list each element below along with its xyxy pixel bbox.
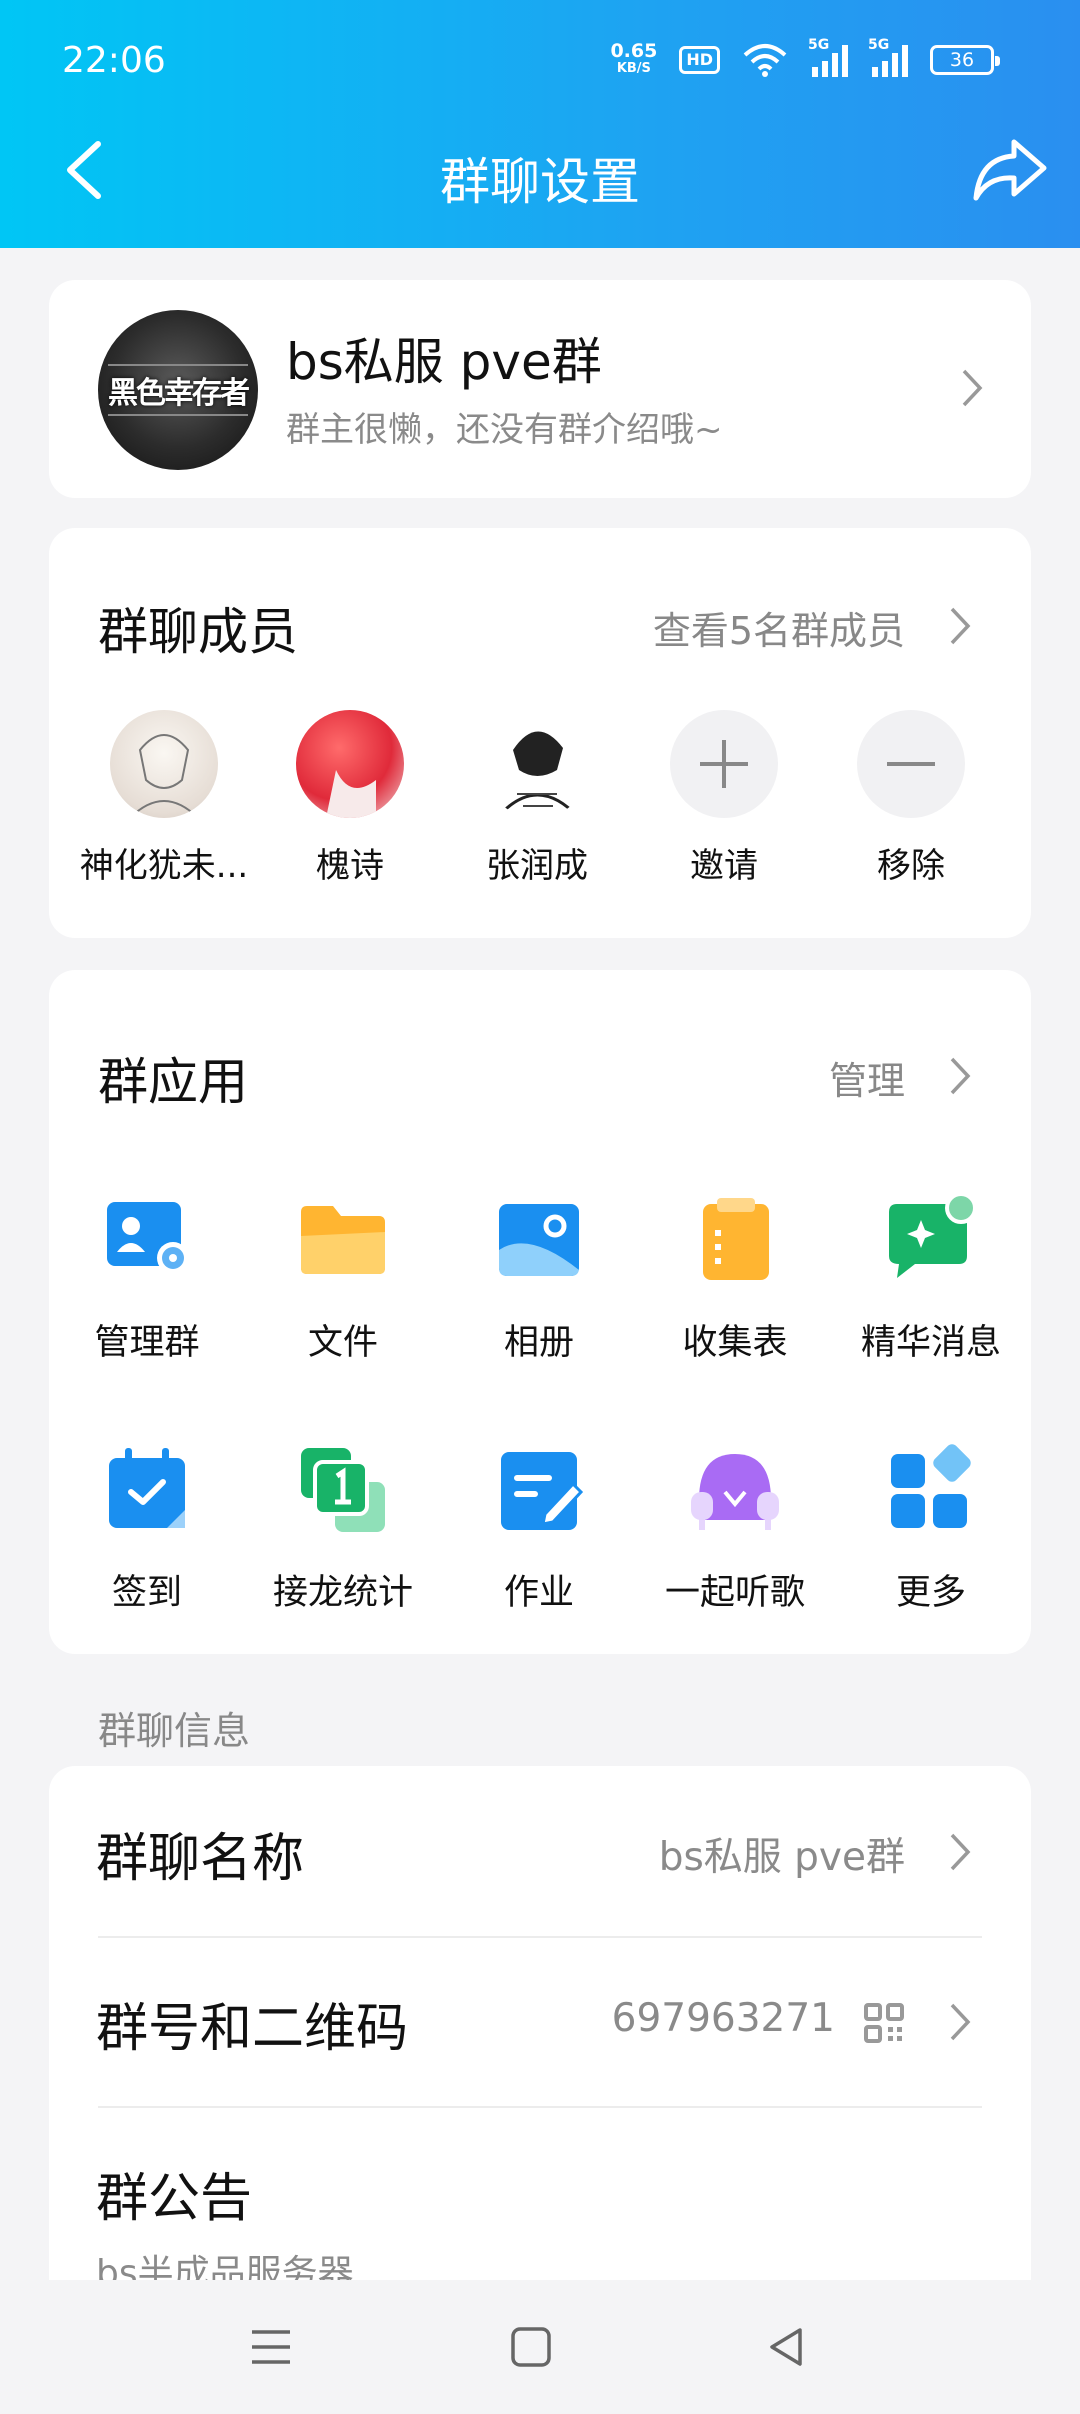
app-relay-stats[interactable]: 接龙统计 xyxy=(245,1440,441,1615)
header-bar: 22:06 0.65 KB/S HD 5G 5G 36 群聊设置 xyxy=(0,0,1080,248)
manage-group-icon xyxy=(107,1202,189,1274)
member-name: 神化犹未... xyxy=(79,846,249,886)
album-icon xyxy=(499,1204,579,1276)
group-apps-card: 群应用 管理 管理群 文件 相册 收集表 精华消息 签到 接龙统计 作业 一起听… xyxy=(49,970,1031,1654)
qr-code-icon xyxy=(864,2003,904,2043)
view-all-members-link[interactable]: 查看5名群成员 xyxy=(653,600,905,655)
relay-icon xyxy=(301,1448,385,1532)
app-more[interactable]: 更多 xyxy=(833,1440,1029,1615)
essence-message-icon xyxy=(889,1192,977,1278)
hd-icon: HD xyxy=(679,46,720,74)
status-time: 22:06 xyxy=(62,40,166,81)
menu-nav-button[interactable] xyxy=(246,2322,296,2372)
group-name-row[interactable]: 群聊名称 bs私服 pve群 xyxy=(49,1766,1031,1936)
wifi-icon xyxy=(743,44,787,77)
music-together-icon xyxy=(691,1454,779,1530)
chevron-right-icon xyxy=(950,1833,971,1871)
app-label: 签到 xyxy=(111,1573,182,1613)
app-label: 精华消息 xyxy=(860,1323,1001,1363)
apps-title: 群应用 xyxy=(98,1053,248,1111)
app-label: 管理群 xyxy=(94,1323,200,1363)
signal-sim1-icon: 5G xyxy=(808,37,848,77)
member-name: 槐诗 xyxy=(316,846,384,886)
clipboard-icon xyxy=(703,1198,769,1280)
app-label: 文件 xyxy=(307,1323,378,1363)
group-number-row[interactable]: 群号和二维码 697963271 xyxy=(49,1936,1031,2106)
group-notice-row[interactable]: 群公告 bs半成品服务器 xyxy=(49,2106,1031,2286)
member-avatar xyxy=(483,710,591,818)
invite-label: 邀请 xyxy=(690,846,758,886)
app-album[interactable]: 相册 xyxy=(441,1190,637,1365)
homework-icon xyxy=(501,1452,584,1530)
back-nav-button[interactable] xyxy=(762,2322,812,2372)
home-nav-button[interactable] xyxy=(506,2322,556,2372)
battery-icon: 36 xyxy=(930,45,1000,75)
app-files[interactable]: 文件 xyxy=(245,1190,441,1365)
remove-label: 移除 xyxy=(877,846,945,886)
folder-icon xyxy=(301,1206,385,1274)
group-name: bs私服 pve群 xyxy=(286,333,602,391)
group-number-value: 697963271 xyxy=(611,1996,835,2041)
group-avatar: 黑色幸存者 xyxy=(98,310,258,470)
app-checkin[interactable]: 签到 xyxy=(49,1440,245,1615)
app-label: 一起听歌 xyxy=(664,1573,805,1613)
app-essence-message[interactable]: 精华消息 xyxy=(833,1190,1029,1365)
members-title: 群聊成员 xyxy=(98,603,298,661)
manage-apps-link[interactable]: 管理 xyxy=(829,1050,905,1105)
chevron-right-icon xyxy=(950,2003,971,2041)
plus-icon xyxy=(670,710,778,818)
row-title: 群聊名称 xyxy=(96,1829,305,1889)
page-title: 群聊设置 xyxy=(440,153,640,211)
member-item[interactable]: 张润成 xyxy=(442,710,632,887)
row-value: bs私服 pve群 xyxy=(658,1835,905,1880)
info-section-label: 群聊信息 xyxy=(98,1709,251,1753)
invite-member-button[interactable]: 邀请 xyxy=(629,710,819,887)
network-speed: 0.65 KB/S xyxy=(610,40,658,77)
app-label: 接龙统计 xyxy=(272,1573,413,1613)
calendar-checkin-icon xyxy=(109,1448,185,1528)
app-label: 收集表 xyxy=(682,1323,788,1363)
signal-sim2-icon: 5G xyxy=(868,37,908,77)
member-item[interactable]: 槐诗 xyxy=(255,710,445,887)
app-collection-form[interactable]: 收集表 xyxy=(637,1190,833,1365)
minus-icon xyxy=(857,710,965,818)
app-label: 相册 xyxy=(503,1323,574,1363)
app-listen-together[interactable]: 一起听歌 xyxy=(637,1440,833,1615)
chevron-right-icon[interactable] xyxy=(949,1056,971,1096)
group-description: 群主很懒，还没有群介绍哦~ xyxy=(286,410,723,450)
more-apps-icon xyxy=(891,1444,971,1528)
row-title: 群号和二维码 xyxy=(96,1999,409,2059)
group-profile-card[interactable]: 黑色幸存者 bs私服 pve群 群主很懒，还没有群介绍哦~ xyxy=(49,280,1031,498)
group-info-card: 群聊名称 bs私服 pve群 群号和二维码 697963271 群公告 bs半成… xyxy=(49,1766,1031,2286)
members-card: 群聊成员 查看5名群成员 神化犹未... 槐诗 张润成 邀请 移除 xyxy=(49,528,1031,938)
app-manage-group[interactable]: 管理群 xyxy=(49,1190,245,1365)
app-label: 更多 xyxy=(895,1573,966,1613)
member-item[interactable]: 神化犹未... xyxy=(69,710,259,887)
row-title: 群公告 xyxy=(96,2169,253,2229)
member-avatar xyxy=(296,710,404,818)
app-label: 作业 xyxy=(503,1573,574,1613)
system-nav-bar xyxy=(0,2280,1080,2414)
chevron-right-icon[interactable] xyxy=(949,606,971,646)
member-name: 张润成 xyxy=(486,846,588,886)
status-icons: 0.65 KB/S HD 5G 5G 36 xyxy=(610,37,1000,78)
share-button[interactable] xyxy=(970,136,1048,204)
remove-member-button[interactable]: 移除 xyxy=(816,710,1006,887)
chevron-right-icon xyxy=(962,369,983,407)
app-homework[interactable]: 作业 xyxy=(441,1440,637,1615)
member-avatar xyxy=(110,710,218,818)
